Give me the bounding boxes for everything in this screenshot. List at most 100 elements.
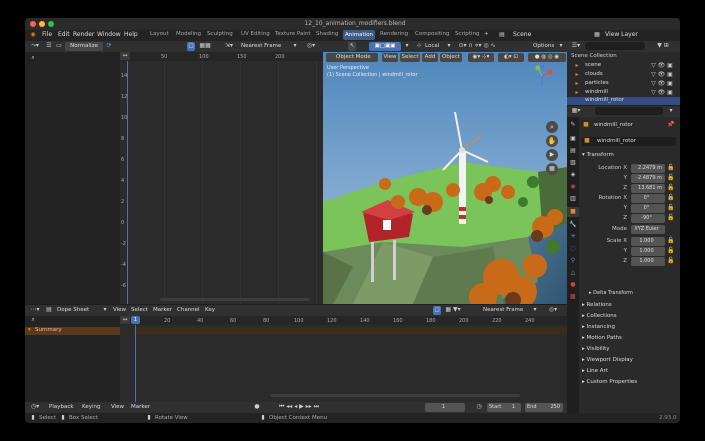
lock-icon[interactable]: 🔓: [667, 257, 675, 265]
location-x-field[interactable]: 2.2479 m: [631, 164, 665, 173]
camera-view-icon[interactable]: ▶: [546, 149, 558, 161]
pivot-dropdown-icon[interactable]: ▾: [291, 42, 299, 50]
texture-tab-icon[interactable]: ▩: [569, 293, 577, 301]
custom-properties-section[interactable]: ▸ Custom Properties: [582, 379, 637, 385]
lock-icon[interactable]: 🔓: [667, 194, 675, 202]
outliner-item-clouds[interactable]: clouds: [585, 71, 603, 77]
dopesheet-mode-selector[interactable]: Dope Sheet: [57, 307, 89, 313]
hamburger-menu-icon[interactable]: ☰: [45, 42, 53, 50]
visibility-icons[interactable]: ▽ 👁 ▣: [647, 89, 677, 97]
timeline-menu-playback[interactable]: Playback: [49, 404, 74, 410]
tab-modeling[interactable]: Modeling: [176, 31, 201, 37]
end-frame-field[interactable]: End 250: [525, 403, 563, 412]
mode-dropdown-icon[interactable]: ▾: [403, 42, 411, 50]
collection-tab-icon[interactable]: ▥: [569, 195, 577, 203]
viewport-menu-object[interactable]: Object: [440, 53, 462, 62]
dopesheet-menu-select[interactable]: Select: [131, 307, 148, 313]
blender-logo-icon[interactable]: ◉: [29, 31, 37, 39]
dopesheet-menu-marker[interactable]: Marker: [153, 307, 172, 313]
tab-scripting[interactable]: Scripting: [455, 31, 479, 37]
delta-transform-toggle[interactable]: ▸ Delta Transform: [589, 290, 633, 296]
channel-search-icon[interactable]: ⌕: [29, 54, 37, 62]
orientation-dropdown-icon[interactable]: ▾: [445, 42, 453, 50]
scene-tab-icon[interactable]: ◈: [569, 171, 577, 179]
shading-mode-icons[interactable]: ● ◍ ◎ ◉: [528, 53, 566, 62]
transform-panel-toggle[interactable]: ▾ Transform: [582, 152, 614, 158]
lock-icon[interactable]: 🔓: [667, 174, 675, 182]
viewport-menu-view[interactable]: View: [382, 53, 398, 62]
location-y-field[interactable]: -2.4879 m: [631, 174, 665, 183]
visibility-icons[interactable]: ▽ 👁 ▣: [647, 62, 677, 70]
outliner-root[interactable]: Scene Collection: [571, 53, 617, 59]
menu-render[interactable]: Render: [73, 31, 94, 38]
editor-type-icon[interactable]: ⤳▾: [29, 42, 41, 50]
add-workspace-icon[interactable]: +: [484, 31, 489, 37]
pin-icon[interactable]: 📌: [667, 121, 675, 129]
location-z-field[interactable]: 13.681 m: [631, 184, 665, 193]
outliner-item-windmill[interactable]: windmill: [585, 89, 608, 95]
perspective-toggle-icon[interactable]: ▦: [546, 163, 558, 175]
lock-icon[interactable]: 🔓: [667, 184, 675, 192]
graph-canvas[interactable]: ↔ 50 100 150 200 14 12 10 8 6 4 2 0 -2 -…: [120, 52, 323, 304]
tab-layout[interactable]: Layout: [150, 31, 169, 37]
tab-uv-editing[interactable]: UV Editing: [241, 31, 270, 37]
line-art-section[interactable]: ▸ Line Art: [582, 368, 608, 374]
scale-y-field[interactable]: 1.000: [631, 247, 665, 256]
menu-window[interactable]: Window: [97, 31, 121, 38]
outliner-item-scene[interactable]: scene: [585, 62, 601, 68]
timeline-menu-view[interactable]: View: [111, 404, 124, 410]
dopesheet-scrollbar[interactable]: [270, 394, 520, 397]
lock-icon[interactable]: 🔓: [667, 164, 675, 172]
tab-texture-paint[interactable]: Texture Paint: [275, 31, 311, 37]
tool-tab-icon[interactable]: ✎: [569, 121, 577, 129]
menu-edit[interactable]: Edit: [58, 31, 70, 38]
record-icon[interactable]: ●: [253, 403, 261, 411]
scale-z-field[interactable]: 1.000: [631, 257, 665, 266]
horizontal-scrollbar[interactable]: [160, 298, 310, 301]
current-frame-line[interactable]: [135, 325, 136, 402]
pivot-selector[interactable]: Nearest Frame: [241, 43, 281, 49]
viewport-menu-select[interactable]: Select: [400, 53, 420, 62]
rotation-mode-select[interactable]: XYZ Euler: [631, 225, 665, 234]
object-name-field[interactable]: ■ windmill_rotor: [582, 137, 676, 146]
motion-paths-section[interactable]: ▸ Motion Paths: [582, 335, 622, 341]
navigation-gizmo[interactable]: [530, 64, 554, 88]
close-window-button[interactable]: [30, 21, 36, 27]
view-layer-tab-icon[interactable]: ▧: [569, 159, 577, 167]
orientation-selector[interactable]: Local: [425, 43, 439, 49]
filter-icon[interactable]: ▭: [55, 42, 63, 50]
dopesheet-timeline[interactable]: ↔ 1 20 40 60 80 100 120 140 160 180 200 …: [120, 316, 567, 402]
modifier-tab-icon[interactable]: 🔧: [569, 221, 577, 229]
outliner-filter-icon[interactable]: ▼ ⊞: [651, 42, 675, 50]
material-tab-icon[interactable]: ●: [569, 281, 577, 289]
dopesheet-pivot-selector[interactable]: Nearest Frame: [483, 307, 523, 313]
object-tab-active[interactable]: ■: [567, 207, 579, 217]
outliner-item-particles[interactable]: particles: [585, 80, 609, 86]
snap-icon[interactable]: ⇲▾: [223, 42, 235, 50]
viewport-display-section[interactable]: ▸ Viewport Display: [582, 357, 633, 363]
rotation-z-field[interactable]: -90°: [631, 214, 665, 223]
outliner-search-input[interactable]: [585, 42, 645, 50]
pan-view-icon[interactable]: ✋: [546, 135, 558, 147]
tab-shading[interactable]: Shading: [316, 31, 338, 37]
instancing-section[interactable]: ▸ Instancing: [582, 324, 615, 330]
tab-sculpting[interactable]: Sculpting: [207, 31, 233, 37]
menu-file[interactable]: File: [42, 31, 52, 38]
timeline-menu-keying[interactable]: Keying: [82, 404, 100, 410]
dopesheet-mode-dropdown-icon[interactable]: ▾: [101, 306, 109, 314]
preview-range-icon[interactable]: ◷: [475, 403, 483, 411]
dopesheet-range-icon[interactable]: ↔: [120, 316, 130, 324]
pivot-snap-icons[interactable]: ⊙▾ ∩ ⋄▾ ◎ ∿: [457, 42, 497, 50]
scene-selector[interactable]: Scene: [513, 31, 531, 38]
dopesheet-pivot-dropdown-icon[interactable]: ▾: [531, 306, 539, 314]
properties-search-input[interactable]: [595, 107, 663, 115]
object-tab-icon[interactable]: ■: [569, 208, 577, 216]
current-frame-indicator[interactable]: 1: [131, 316, 140, 324]
dopesheet-menu-key[interactable]: Key: [205, 307, 215, 313]
options-menu[interactable]: Options: [533, 43, 554, 49]
tab-animation[interactable]: Animation: [343, 30, 376, 40]
dopesheet-proportional-icon[interactable]: ◎▾: [543, 306, 563, 314]
lock-icon[interactable]: 🔓: [667, 214, 675, 222]
output-tab-icon[interactable]: ▤: [569, 147, 577, 155]
playback-controls-icons[interactable]: ⏮ ◂◂ ◂ ▶ ▸▸ ⏭: [273, 403, 325, 411]
